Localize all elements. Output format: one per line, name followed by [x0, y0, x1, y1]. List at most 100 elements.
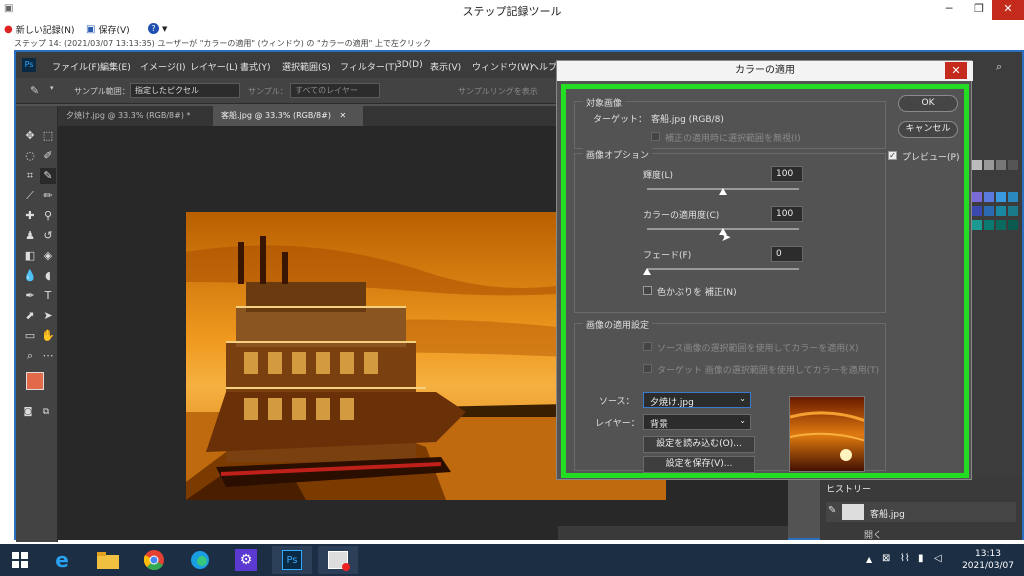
tab-ship[interactable]: 客船.jpg @ 33.3% (RGB/8#) ✕: [213, 106, 363, 126]
highlight-frame: 対象画像 ターゲット： 客船.jpg (RGB/8) 補正の適用時に選択範囲を無…: [561, 84, 969, 478]
preview-checkbox[interactable]: ✓: [888, 151, 897, 160]
luminance-input[interactable]: 100: [771, 166, 803, 182]
menu-image[interactable]: イメージ(I): [140, 60, 186, 73]
menu-select[interactable]: 選択範囲(S): [282, 60, 331, 73]
target-value: 客船.jpg (RGB/8): [651, 115, 724, 125]
dialog-close-button[interactable]: ✕: [945, 62, 967, 79]
battery-icon[interactable]: ▮: [918, 553, 924, 564]
intensity-label: カラーの適用度(C): [643, 211, 720, 221]
mouse-cursor-icon: ➤: [721, 230, 732, 244]
path-select-icon[interactable]: ⬈: [22, 308, 38, 324]
screen-mode-icon[interactable]: ⧉: [38, 404, 54, 420]
chrome-button[interactable]: [134, 546, 174, 574]
healing-tool-icon[interactable]: ✚: [22, 208, 38, 224]
history-row[interactable]: ✎ 客船.jpg: [826, 502, 1016, 522]
quick-mask-icon[interactable]: ◙: [20, 404, 36, 420]
menu-3d[interactable]: 3D(D): [396, 60, 423, 70]
more-tools-icon[interactable]: ⋯: [40, 348, 56, 364]
clock[interactable]: 13:13 2021/03/07: [960, 548, 1016, 572]
blur-tool-icon[interactable]: 💧: [22, 268, 38, 284]
dodge-tool-icon[interactable]: ◖: [40, 268, 56, 284]
close-icon[interactable]: ✕: [992, 0, 1024, 20]
zoom-tool-icon[interactable]: ⌕: [22, 348, 38, 364]
recorder-toolbar: ● 新しい記録(N) ▣ 保存(V) ? ▼: [0, 20, 1024, 38]
eyedropper-tool-icon[interactable]: ✎: [40, 168, 56, 184]
close-icon[interactable]: ✕: [340, 111, 347, 120]
target-group-title: 対象画像: [583, 96, 626, 109]
photoshop-button[interactable]: Ps: [272, 546, 312, 574]
menu-file[interactable]: ファイル(F): [52, 60, 100, 73]
start-button[interactable]: [0, 546, 40, 574]
pen-tool-icon[interactable]: ✒: [22, 288, 38, 304]
direct-select-icon[interactable]: ➤: [40, 308, 56, 324]
brush-tool-icon[interactable]: ⟋: [22, 188, 38, 204]
ok-button[interactable]: OK: [898, 95, 958, 112]
edge-button[interactable]: [180, 546, 220, 574]
explorer-button[interactable]: [88, 546, 128, 574]
pencil-tool-icon[interactable]: ✏: [40, 188, 56, 204]
move-tool-icon[interactable]: ✥: [22, 128, 38, 144]
sample-select[interactable]: すべてのレイヤー: [290, 83, 380, 98]
menu-type[interactable]: 書式(Y): [240, 60, 271, 73]
history-thumbnail: [842, 504, 864, 520]
menu-edit[interactable]: 編集(E): [100, 60, 131, 73]
ie-button[interactable]: e: [42, 546, 82, 574]
save-statistics-button[interactable]: 設定を保存(V)...: [643, 456, 755, 473]
sample-size-select[interactable]: 指定したピクセル: [130, 83, 240, 98]
eraser-tool-icon[interactable]: ◧: [22, 248, 38, 264]
shape-tool-icon[interactable]: ▭: [22, 328, 38, 344]
help-button[interactable]: ? ▼: [148, 23, 167, 34]
internet-explorer-icon: e: [55, 548, 69, 572]
maximize-icon[interactable]: ❐: [964, 0, 994, 20]
intensity-input[interactable]: 100: [771, 206, 803, 222]
settings-button[interactable]: ⚙: [226, 546, 266, 574]
chrome-icon: [144, 550, 164, 570]
menu-window[interactable]: ウィンドウ(W): [472, 60, 533, 73]
type-tool-icon[interactable]: T: [40, 288, 56, 304]
minimize-icon[interactable]: ─: [934, 0, 964, 20]
volume-icon[interactable]: ◁: [934, 553, 942, 564]
search-icon[interactable]: ⌕: [996, 60, 1002, 74]
fade-slider-thumb[interactable]: [643, 268, 651, 275]
marquee-tool-icon[interactable]: ⬚: [40, 128, 56, 144]
load-statistics-button[interactable]: 設定を読み込む(O)...: [643, 436, 755, 453]
hand-tool-icon[interactable]: ✋: [40, 328, 56, 344]
chevron-down-icon[interactable]: ▾: [50, 84, 54, 92]
foreground-color-swatch[interactable]: [26, 372, 44, 390]
neutralize-checkbox[interactable]: [643, 286, 652, 295]
show-ring-label[interactable]: サンプルリングを表示: [458, 86, 538, 97]
cancel-button[interactable]: キャンセル: [898, 121, 958, 138]
new-record-button[interactable]: ● 新しい記録(N): [4, 23, 75, 36]
luminance-slider-thumb[interactable]: [719, 188, 727, 195]
image-statistics-group: 画像の適用設定 ソース画像の選択範囲を使用してカラーを適用(X) ターゲット 画…: [574, 318, 886, 473]
use-target-selection-checkbox[interactable]: [643, 364, 652, 373]
tab-sunset[interactable]: 夕焼け.jpg @ 33.3% (RGB/8#) *: [58, 106, 208, 126]
layer-value: 背景: [650, 420, 669, 430]
history-brush-icon[interactable]: ↺: [40, 228, 56, 244]
bucket-tool-icon[interactable]: ◈: [40, 248, 56, 264]
layer-label: レイヤー：: [595, 419, 640, 429]
use-source-selection-checkbox[interactable]: [643, 342, 652, 351]
source-select[interactable]: 夕焼け.jpg ⌄: [643, 392, 751, 408]
menu-help[interactable]: ヘルプ: [530, 60, 557, 73]
crop-tool-icon[interactable]: ⌗: [22, 168, 38, 184]
chevron-up-icon[interactable]: ▲: [866, 555, 872, 564]
menu-view[interactable]: 表示(V): [430, 60, 461, 73]
menu-filter[interactable]: フィルター(T): [340, 60, 397, 73]
eyedropper-icon: ✎: [30, 84, 40, 97]
stamp-tool-icon[interactable]: ♟: [22, 228, 38, 244]
ignore-selection-checkbox[interactable]: [651, 132, 660, 141]
lasso-tool-icon[interactable]: ◌: [22, 148, 38, 164]
fade-slider[interactable]: [647, 268, 799, 270]
clone-tool-icon[interactable]: ⚲: [40, 208, 56, 224]
fade-input[interactable]: 0: [771, 246, 803, 262]
quick-select-icon[interactable]: ✐: [40, 148, 56, 164]
menu-layer[interactable]: レイヤー(L): [190, 60, 238, 73]
steps-recorder-button[interactable]: [318, 546, 358, 574]
wifi-icon[interactable]: ⌇⌇: [900, 553, 910, 564]
ps-logo: Ps: [22, 58, 36, 72]
network-warning-icon[interactable]: ⊠: [882, 553, 890, 564]
save-button[interactable]: ▣ 保存(V): [86, 23, 130, 36]
layer-select[interactable]: 背景 ⌄: [643, 414, 751, 430]
save-icon: ▣: [86, 24, 96, 35]
